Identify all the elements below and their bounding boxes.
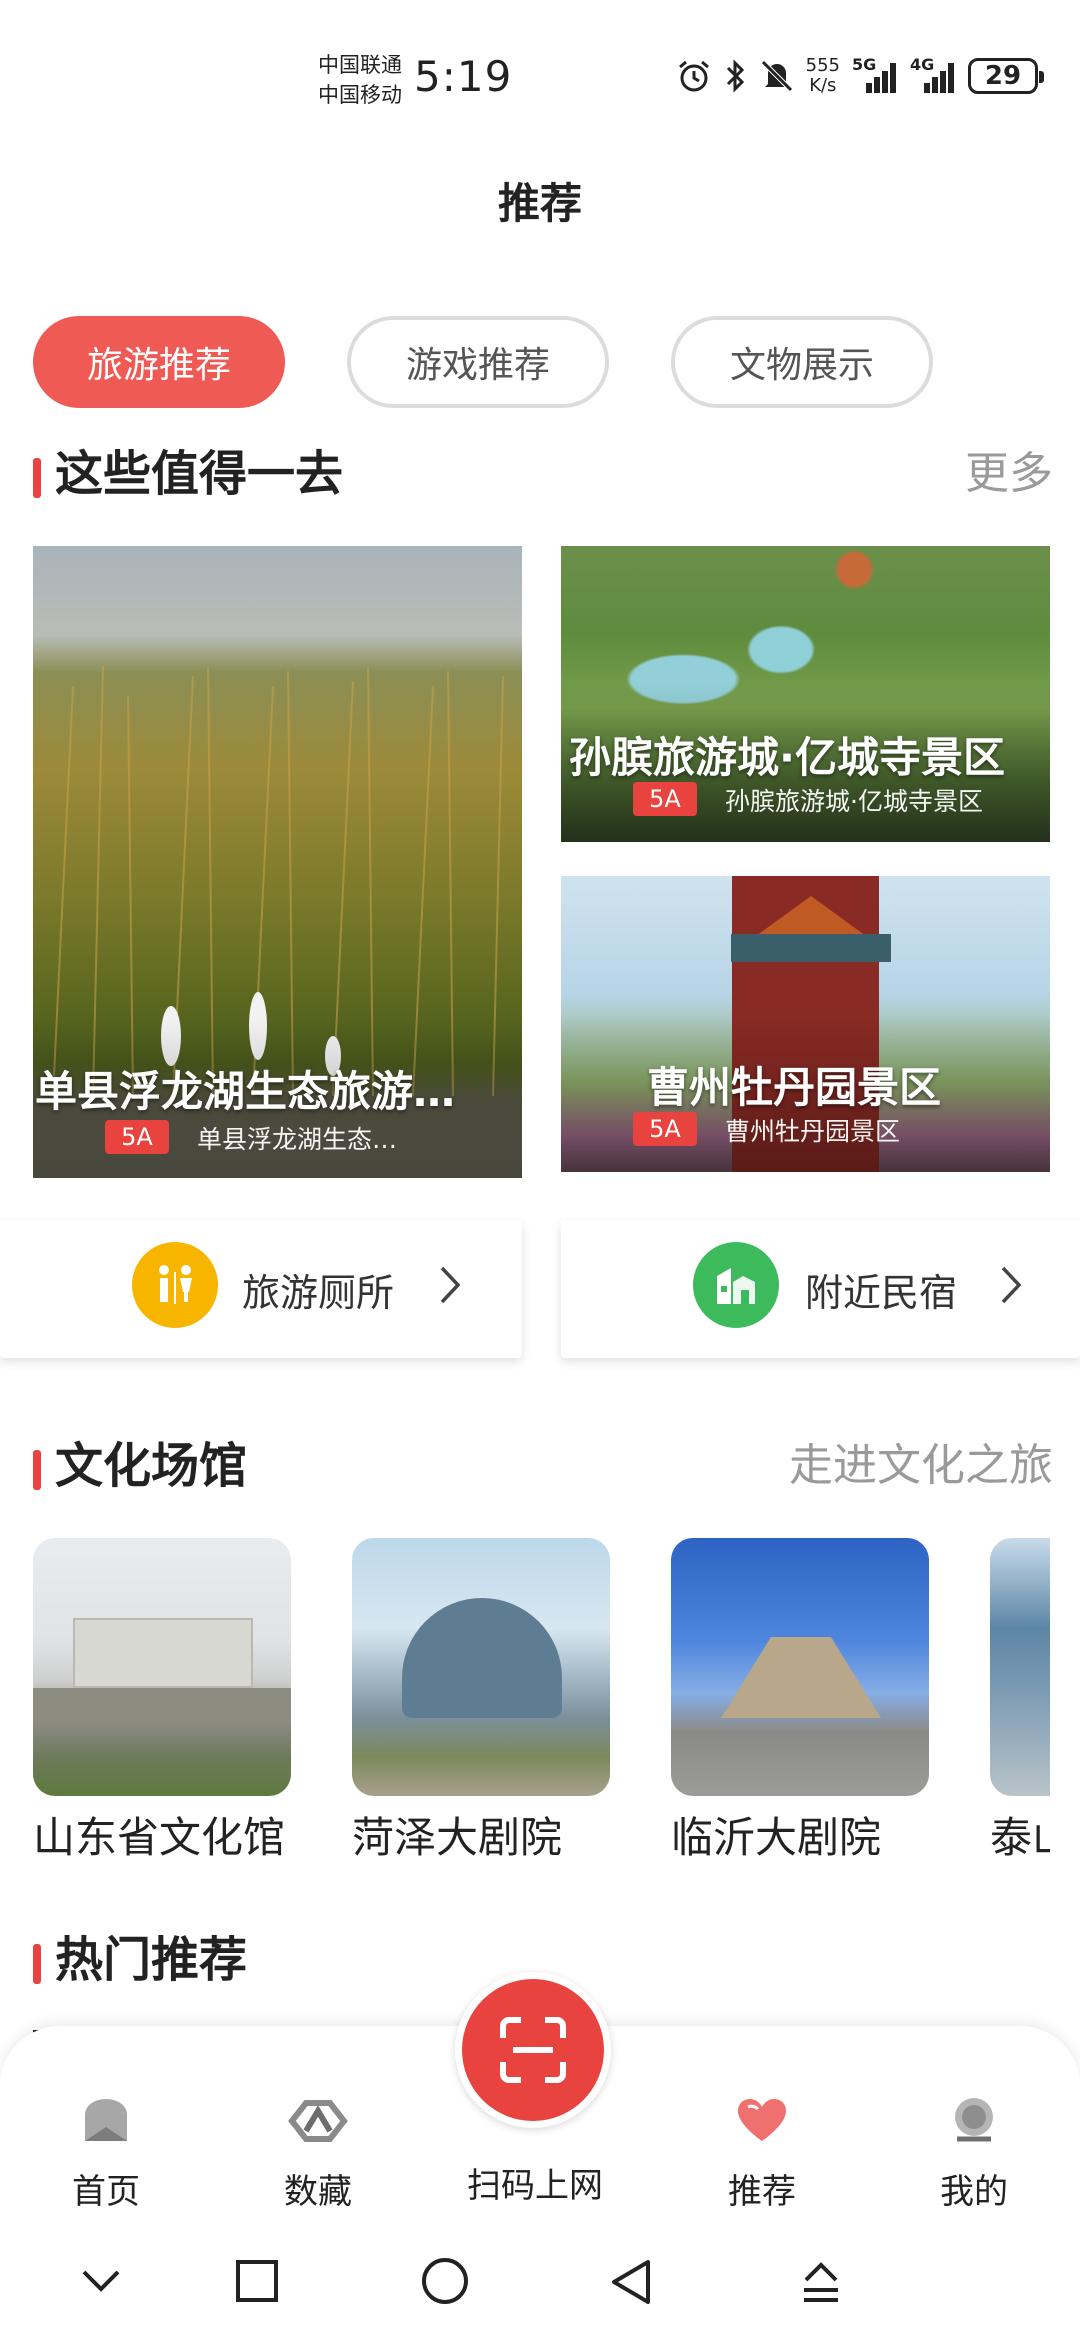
home-icon [36, 2092, 176, 2148]
scan-button-fill [462, 1979, 604, 2121]
venue-image [990, 1538, 1050, 1796]
clock: 5:19 [414, 52, 513, 101]
section-header-attractions: 这些值得一去 更多 [33, 444, 1053, 504]
section-header-venues: 文化场馆 走进文化之旅 [33, 1436, 1053, 1496]
more-link[interactable]: 更多 [965, 444, 1053, 504]
section-title: 热门推荐 [55, 1932, 248, 1988]
venue-card[interactable]: 泰山 [990, 1538, 1050, 1865]
service-label: 附近民宿 [805, 1271, 958, 1315]
carrier-2: 中国移动 [318, 83, 402, 107]
nav-label: 我的 [940, 2172, 1008, 2212]
section-marker [33, 1944, 41, 1984]
venue-image [33, 1538, 291, 1796]
keyboard-hide-icon[interactable] [798, 2258, 844, 2308]
rating-badge: 5A [633, 782, 697, 816]
section-title: 这些值得一去 [55, 446, 344, 502]
attraction-card-peony-garden[interactable]: 曹州牡丹园景区 5A 曹州牡丹园景区 [561, 876, 1050, 1172]
alarm-icon [678, 60, 709, 92]
service-homestay[interactable]: 附近民宿 [561, 1220, 1080, 1358]
page-title: 推荐 [497, 179, 582, 228]
nav-label: 数藏 [284, 2172, 352, 2212]
attraction-subtitle: 曹州牡丹园景区 [725, 1117, 901, 1146]
venue-name: 山东省文化馆 [33, 1813, 286, 1862]
collection-icon [248, 2092, 388, 2148]
attraction-card-sunbin[interactable]: 孙膑旅游城·亿城寺景区 5A 孙膑旅游城·亿城寺景区 [561, 546, 1050, 842]
net-speed-unit: K/s [809, 75, 837, 96]
section-marker [33, 458, 41, 498]
category-tabs: 旅游推荐 游戏推荐 文物展示 [33, 316, 933, 408]
section-marker [33, 1450, 41, 1490]
venue-carousel[interactable]: 山东省文化馆 菏泽大剧院 临沂大剧院 泰山 [33, 1538, 1050, 1878]
bluetooth-icon [726, 59, 744, 93]
signal-5g-tag: 5G [852, 55, 877, 74]
battery-indicator: 29 [968, 58, 1044, 94]
nav-collection[interactable]: 数藏 [248, 2092, 388, 2213]
signal-5g: 5G [852, 55, 898, 93]
nav-label: 首页 [72, 2172, 140, 2212]
chevron-right-icon [440, 1266, 461, 1304]
sign-plate [33, 1688, 291, 1724]
signal-4g-tag: 4G [910, 55, 935, 74]
venue-name: 菏泽大剧院 [352, 1813, 563, 1862]
heart-icon [692, 2092, 832, 2148]
building-shape [402, 1598, 562, 1718]
rating-badge: 5A [105, 1120, 169, 1154]
home-button-icon[interactable] [420, 2258, 470, 2308]
pavilion-eave [731, 934, 891, 962]
scan-button[interactable] [455, 1972, 611, 2128]
attraction-name: 单县浮龙湖生态旅游… [35, 1067, 456, 1116]
venue-card[interactable]: 山东省文化馆 [33, 1538, 291, 1865]
net-speed: 555 K/s [806, 56, 840, 96]
service-label: 旅游厕所 [242, 1271, 395, 1315]
building-shape [721, 1637, 881, 1718]
tab-games[interactable]: 游戏推荐 [347, 316, 609, 408]
tab-travel[interactable]: 旅游推荐 [33, 316, 285, 408]
venue-card[interactable]: 菏泽大剧院 [352, 1538, 610, 1865]
back-icon[interactable] [608, 2258, 654, 2308]
homestay-icon [693, 1242, 779, 1328]
collapse-icon[interactable] [78, 2258, 124, 2304]
toilet-icon [132, 1242, 218, 1328]
profile-icon [904, 2092, 1044, 2148]
venue-image [352, 1538, 610, 1796]
attraction-card-fulong-lake[interactable]: 单县浮龙湖生态旅游… 5A 单县浮龙湖生态… [33, 546, 522, 1178]
nav-profile[interactable]: 我的 [904, 2092, 1044, 2213]
carrier-1: 中国联通 [318, 53, 402, 77]
venue-card[interactable]: 临沂大剧院 [671, 1538, 929, 1865]
venue-name: 泰山 [990, 1813, 1050, 1862]
venue-name: 临沂大剧院 [671, 1813, 882, 1862]
attraction-subtitle: 单县浮龙湖生态… [197, 1125, 398, 1154]
attraction-name: 曹州牡丹园景区 [647, 1063, 942, 1112]
attraction-name: 孙膑旅游城·亿城寺景区 [569, 733, 1005, 782]
attraction-subtitle: 孙膑旅游城·亿城寺景区 [725, 787, 983, 816]
mute-icon [760, 60, 793, 92]
more-link[interactable]: 走进文化之旅 [789, 1436, 1053, 1496]
system-nav-bar [0, 2226, 1080, 2340]
service-toilet[interactable]: 旅游厕所 [0, 1220, 522, 1358]
building-shape [73, 1618, 253, 1688]
venue-image [671, 1538, 929, 1796]
nav-home[interactable]: 首页 [36, 2092, 176, 2213]
net-speed-value: 555 [805, 55, 840, 76]
tab-relics[interactable]: 文物展示 [671, 316, 933, 408]
chevron-right-icon [1001, 1266, 1022, 1304]
nav-label: 推荐 [728, 2172, 796, 2212]
scan-label[interactable]: 扫码上网 [430, 2158, 640, 2207]
scan-icon [500, 2017, 566, 2083]
section-title: 文化场馆 [55, 1438, 248, 1494]
signal-4g: 4G [910, 55, 956, 93]
status-bar: 中国联通 中国移动 5:19 555 K/s 5G 4G 29 [0, 0, 1080, 150]
rating-badge: 5A [633, 1112, 697, 1146]
carrier-info: 中国联通 中国移动 [318, 50, 402, 110]
system-icons: 555 K/s 5G 4G 29 [676, 55, 1044, 96]
nav-recommend[interactable]: 推荐 [692, 2092, 832, 2213]
recents-icon[interactable] [234, 2258, 280, 2304]
